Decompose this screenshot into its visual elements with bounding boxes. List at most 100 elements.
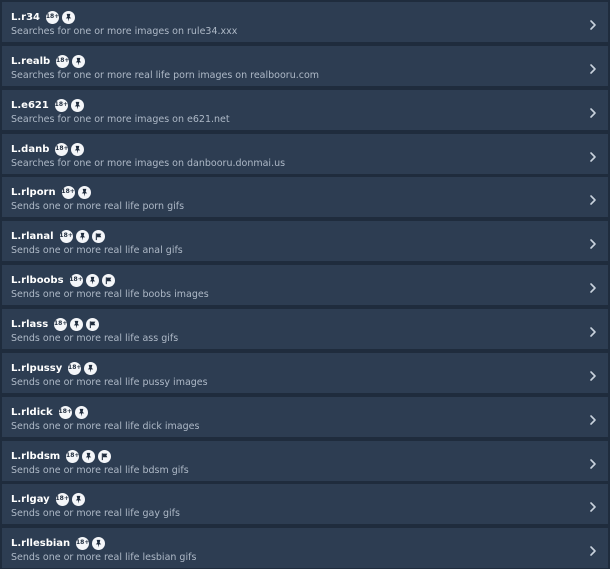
- command-badges: 18+: [73, 536, 106, 550]
- command-row[interactable]: L.rlgay 18+ Sends one or more real life ga…: [2, 484, 608, 524]
- command-row[interactable]: L.rlporn 18+ Sends one or more real life p…: [2, 177, 608, 217]
- chevron-right-icon[interactable]: [588, 104, 598, 118]
- nsfw-18-icon: 18+: [76, 536, 89, 550]
- command-badges: 18+: [52, 142, 85, 156]
- command-badges: 18+: [56, 405, 88, 419]
- command-description: Sends one or more real life boobs images: [11, 289, 209, 300]
- nsfw-18-icon: 18+: [55, 98, 68, 112]
- command-row[interactable]: L.rlbdsm 18+ Sends one or more real life b…: [2, 441, 608, 481]
- command-row[interactable]: L.rllesbian 18+ Sends one or more real lif…: [2, 528, 608, 568]
- nsfw-18-icon: 18+: [61, 185, 75, 199]
- chevron-right-icon[interactable]: [588, 542, 598, 556]
- pin-icon: [62, 10, 76, 24]
- command-title-line: L.rlass 18+: [11, 317, 100, 331]
- command-row[interactable]: L.e621 18+ Searches for one or more images…: [2, 90, 608, 130]
- command-badges: 18+: [63, 449, 112, 463]
- command-description: Searches for one or more images on e621.…: [11, 114, 230, 125]
- pin-icon: [77, 185, 91, 199]
- command-description: Searches for one or more images on rule3…: [11, 26, 238, 37]
- nsfw-18-icon: 18+: [55, 492, 69, 506]
- chevron-right-icon[interactable]: [588, 16, 598, 30]
- nsfw-18-icon: 18+: [54, 317, 67, 331]
- command-description: Sends one or more real life ass gifs: [11, 333, 179, 344]
- command-description: Searches for one or more images on danbo…: [11, 158, 286, 169]
- command-name: L.rllesbian: [11, 537, 71, 549]
- command-name: L.rlass: [11, 318, 49, 330]
- chevron-right-icon[interactable]: [588, 191, 598, 205]
- flag-icon: [101, 273, 115, 287]
- command-row[interactable]: L.rlboobs 18+ Sends one or more real life …: [2, 265, 608, 305]
- flag-icon: [98, 449, 112, 463]
- command-description: Sends one or more real life dick images: [11, 421, 200, 432]
- command-description: Sends one or more real life gay gifs: [11, 508, 180, 519]
- pin-icon: [70, 98, 84, 112]
- chevron-right-icon[interactable]: [588, 323, 598, 337]
- command-badges: 18+: [59, 185, 91, 199]
- pin-icon: [74, 405, 88, 419]
- pin-icon: [82, 449, 96, 463]
- command-badges: 18+: [52, 98, 84, 112]
- pin-icon: [71, 142, 85, 156]
- chevron-right-icon[interactable]: [588, 235, 598, 249]
- command-title-line: L.danb 18+: [11, 142, 85, 156]
- nsfw-18-icon: 18+: [46, 10, 59, 24]
- command-badges: 18+: [57, 229, 105, 243]
- command-name: L.r34: [11, 11, 41, 23]
- chevron-right-icon[interactable]: [588, 411, 598, 425]
- pin-icon: [75, 229, 89, 243]
- command-badges: 18+: [51, 317, 100, 331]
- flag-icon: [86, 317, 100, 331]
- command-description: Sends one or more real life anal gifs: [11, 245, 183, 256]
- pin-icon: [72, 54, 86, 68]
- command-badges: 18+: [53, 54, 86, 68]
- pin-icon: [84, 361, 98, 375]
- command-row[interactable]: L.rlanal 18+ Sends one or more real life a…: [2, 221, 608, 261]
- command-row[interactable]: L.rldick 18+ Sends one or more real life d…: [2, 397, 608, 437]
- command-row[interactable]: L.danb 18+ Searches for one or more images…: [2, 134, 608, 174]
- command-title-line: L.r34 18+: [11, 10, 76, 24]
- command-badges: 18+: [53, 492, 85, 506]
- chevron-right-icon[interactable]: [588, 148, 598, 162]
- command-title-line: L.rlbdsm 18+: [11, 449, 112, 463]
- command-title-line: L.rlgay 18+: [11, 492, 85, 506]
- pin-icon: [85, 273, 99, 287]
- flag-icon: [91, 229, 105, 243]
- chevron-right-icon[interactable]: [588, 60, 598, 74]
- command-name: L.danb: [11, 143, 50, 155]
- chevron-right-icon[interactable]: [588, 498, 598, 512]
- nsfw-18-icon: 18+: [66, 449, 79, 463]
- command-name: L.e621: [11, 99, 49, 111]
- command-row[interactable]: L.realb 18+ Searches for one or more real …: [2, 46, 608, 86]
- command-title-line: L.rldick 18+: [11, 405, 88, 419]
- chevron-right-icon[interactable]: [588, 367, 598, 381]
- nsfw-18-icon: 18+: [69, 273, 83, 287]
- command-name: L.rlporn: [11, 186, 56, 198]
- nsfw-18-icon: 18+: [68, 361, 81, 375]
- command-badges: 18+: [67, 273, 115, 287]
- nsfw-18-icon: 18+: [59, 229, 73, 243]
- nsfw-18-icon: 18+: [55, 142, 69, 156]
- command-title-line: L.e621 18+: [11, 98, 84, 112]
- command-title-line: L.rlanal 18+: [11, 229, 105, 243]
- command-title-line: L.rlpussy 18+: [11, 361, 98, 375]
- command-row[interactable]: L.r34 18+ Searches for one or more images …: [2, 2, 608, 42]
- chevron-right-icon[interactable]: [588, 279, 598, 293]
- command-row[interactable]: L.rlpussy 18+ Sends one or more real life …: [2, 353, 608, 393]
- command-description: Sends one or more real life bdsm gifs: [11, 465, 189, 476]
- command-badges: 18+: [65, 361, 98, 375]
- command-description: Searches for one or more real life porn …: [11, 70, 320, 81]
- command-description: Sends one or more real life porn gifs: [11, 201, 185, 212]
- command-name: L.realb: [11, 55, 51, 67]
- pin-icon: [71, 492, 85, 506]
- command-title-line: L.realb 18+: [11, 54, 86, 68]
- command-name: L.rldick: [11, 406, 53, 418]
- chevron-right-icon[interactable]: [588, 455, 598, 469]
- nsfw-18-icon: 18+: [56, 54, 69, 68]
- pin-icon: [92, 536, 106, 550]
- command-row[interactable]: L.rlass 18+ Sends one or more real life as…: [2, 309, 608, 349]
- command-name: L.rlbdsm: [11, 450, 61, 462]
- command-title-line: L.rllesbian 18+: [11, 536, 106, 550]
- command-title-line: L.rlboobs 18+: [11, 273, 115, 287]
- command-name: L.rlpussy: [11, 362, 63, 374]
- command-badges: 18+: [43, 10, 76, 24]
